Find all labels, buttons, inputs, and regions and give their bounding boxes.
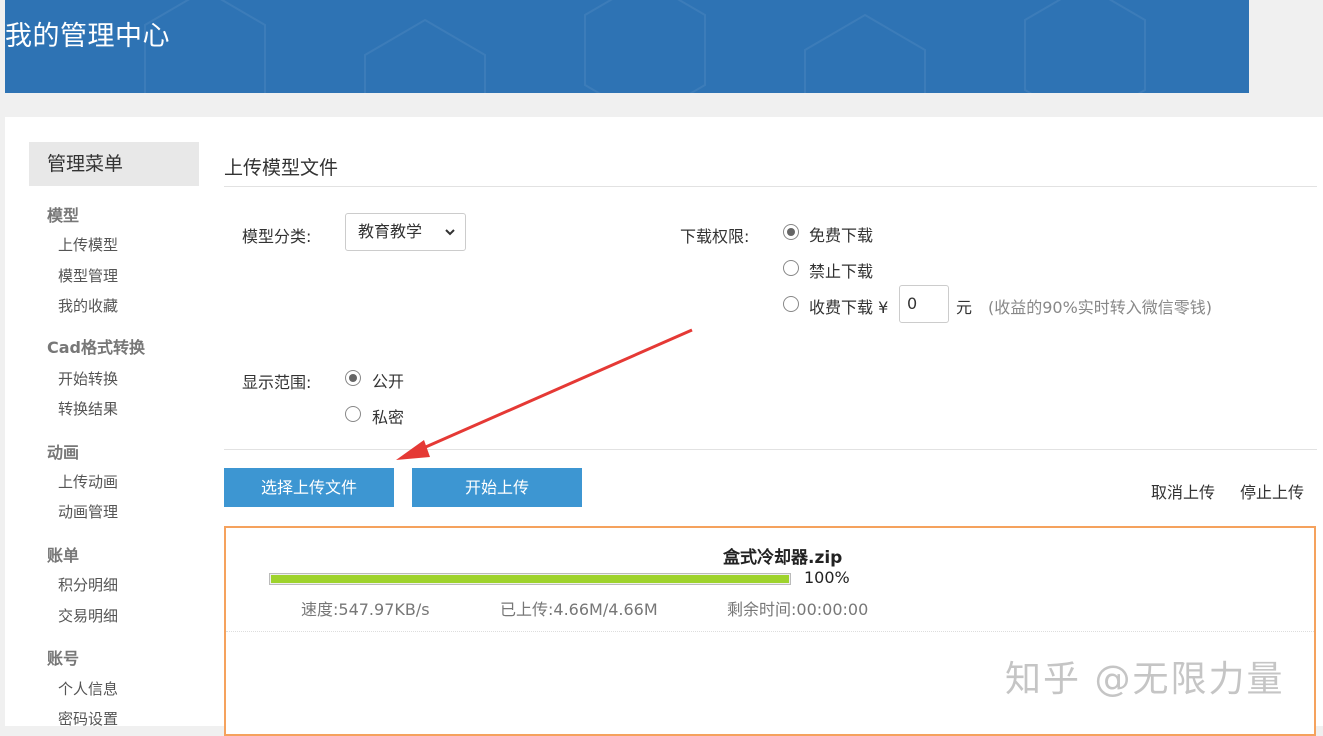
sidebar-group-bills: 账单 — [47, 546, 80, 565]
sidebar-group-cad: Cad格式转换 — [47, 338, 145, 357]
remaining-time: 剩余时间:00:00:00 — [727, 600, 869, 619]
sidebar-item-favorites[interactable]: 我的收藏 — [58, 295, 118, 316]
start-upload-button[interactable]: 开始上传 — [412, 468, 582, 507]
category-label: 模型分类: — [242, 227, 312, 246]
upload-speed: 速度:547.97KB/s — [301, 600, 430, 619]
radio-paid-download[interactable] — [783, 296, 799, 312]
upload-progress-panel: 盒式冷却器.zip 100% 速度:547.97KB/s 已上传:4.66M/4… — [224, 526, 1316, 736]
category-select[interactable]: 教育教学 — [345, 213, 466, 251]
sidebar-item-profile[interactable]: 个人信息 — [58, 678, 118, 699]
main-panel: 管理菜单 模型 上传模型 模型管理 我的收藏 Cad格式转换 开始转换 转换结果… — [5, 117, 1323, 736]
chevron-down-icon — [445, 229, 455, 236]
price-hint: (收益的90%实时转入微信零钱) — [988, 298, 1213, 317]
radio-private[interactable] — [345, 406, 361, 422]
sidebar-item-start-convert[interactable]: 开始转换 — [58, 368, 118, 389]
sidebar-item-animation-manage[interactable]: 动画管理 — [58, 501, 118, 522]
uploaded-size: 已上传:4.66M/4.66M — [500, 600, 658, 619]
watermark: 知乎 @无限力量 — [1005, 659, 1285, 700]
radio-free-download[interactable] — [783, 224, 799, 240]
sidebar-item-upload-animation[interactable]: 上传动画 — [58, 471, 118, 492]
radio-public[interactable] — [345, 370, 361, 386]
sidebar-item-upload-model[interactable]: 上传模型 — [58, 234, 118, 255]
cancel-upload-link[interactable]: 取消上传 — [1151, 479, 1215, 503]
panel-divider — [226, 631, 1314, 632]
sidebar-group-account: 账号 — [47, 649, 80, 668]
radio-paid-download-label: 收费下载 ¥ — [809, 298, 889, 317]
stop-upload-link[interactable]: 停止上传 — [1240, 479, 1304, 503]
radio-no-download[interactable] — [783, 260, 799, 276]
form-title: 上传模型文件 — [224, 157, 339, 179]
radio-no-download-label: 禁止下载 — [809, 262, 874, 281]
price-input[interactable]: 0 — [899, 285, 949, 323]
upload-file-name: 盒式冷却器.zip — [723, 548, 843, 568]
progress-bar — [269, 573, 791, 585]
category-value: 教育教学 — [358, 222, 423, 241]
sidebar-item-model-manage[interactable]: 模型管理 — [58, 265, 118, 286]
sidebar-item-convert-result[interactable]: 转换结果 — [58, 398, 118, 419]
divider — [224, 186, 1317, 187]
page-title: 我的管理中心 — [5, 21, 170, 52]
banner-pattern — [144, 0, 1146, 93]
progress-fill — [271, 575, 789, 583]
sidebar-item-points[interactable]: 积分明细 — [58, 574, 118, 595]
sidebar-group-model: 模型 — [47, 206, 80, 225]
sidebar-item-transactions[interactable]: 交易明细 — [58, 605, 118, 626]
choose-file-button[interactable]: 选择上传文件 — [224, 468, 394, 507]
radio-private-label: 私密 — [372, 408, 405, 427]
sidebar-group-animation: 动画 — [47, 443, 80, 462]
header-banner: 我的管理中心 — [5, 0, 1249, 93]
sidebar-heading: 管理菜单 — [29, 142, 199, 186]
price-unit: 元 — [956, 298, 973, 317]
radio-free-download-label: 免费下载 — [809, 226, 874, 245]
visibility-label: 显示范围: — [242, 373, 312, 392]
radio-public-label: 公开 — [372, 372, 405, 391]
divider — [224, 449, 1317, 450]
permission-label: 下载权限: — [680, 227, 750, 246]
progress-percent: 100% — [804, 568, 850, 587]
